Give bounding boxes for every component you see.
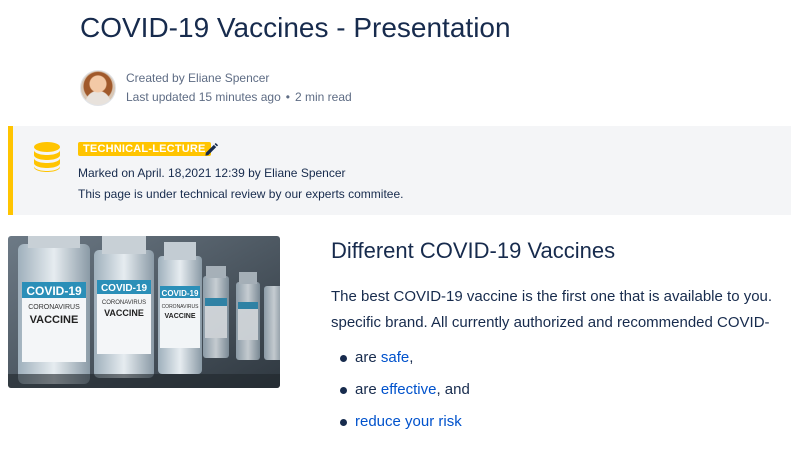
link-safe[interactable]: safe xyxy=(381,349,409,366)
pencil-icon[interactable] xyxy=(204,142,219,157)
bullet-suffix: , and xyxy=(436,381,470,398)
read-time-text: 2 min read xyxy=(294,90,352,104)
vial-label-corona: CORONAVIRUS xyxy=(102,300,146,306)
section-heading: Different COVID-19 Vaccines xyxy=(331,238,616,263)
page-title: COVID-19 Vaccines - Presentation xyxy=(80,12,511,43)
para-line: The best COVID-19 vaccine is the first o… xyxy=(331,288,773,305)
vaccine-vials-image: COVID-19 CORONAVIRUS VACCINE COVID-19 CO… xyxy=(8,236,280,388)
database-icon xyxy=(34,142,60,172)
bullet-prefix: are xyxy=(355,349,381,366)
vial-label-covid: COVID-19 xyxy=(162,289,199,298)
bullet-prefix: are xyxy=(355,381,381,398)
para-line: specific brand. All currently authorized… xyxy=(331,314,770,331)
page-byline: Created by Eliane Spencer Last updated 1… xyxy=(126,69,352,107)
review-note: This page is under technical review by o… xyxy=(78,187,404,201)
marked-info: Marked on April. 18,2021 12:39 by Eliane… xyxy=(78,166,346,180)
vial-label-corona: CORONAVIRUS xyxy=(28,304,80,311)
vial-label-vaccine: VACCINE xyxy=(165,313,196,320)
bullet-suffix: , xyxy=(409,349,414,366)
intro-paragraph: The best COVID-19 vaccine is the first o… xyxy=(331,284,791,336)
status-tag[interactable]: TECHNICAL-LECTURE xyxy=(78,142,211,156)
last-updated-text[interactable]: Last updated 15 minutes ago xyxy=(126,90,281,104)
link-effective[interactable]: effective xyxy=(381,381,437,398)
vial-label-vaccine: VACCINE xyxy=(104,308,144,318)
vial-label-covid: COVID-19 xyxy=(101,283,148,294)
created-by-text[interactable]: Created by Eliane Spencer xyxy=(126,69,352,88)
vial-label-vaccine: VACCINE xyxy=(30,314,79,326)
link-reduce-risk[interactable]: reduce your risk xyxy=(355,413,462,430)
bullet-list: are safe, are effective, and reduce your… xyxy=(337,344,470,440)
vial-label-corona: CORONAVIRUS xyxy=(162,304,200,310)
vial-label-covid: COVID-19 xyxy=(26,284,82,298)
info-panel: TECHNICAL-LECTURE Marked on April. 18,20… xyxy=(8,126,791,215)
list-item: are effective, and xyxy=(337,376,470,408)
separator-dot: • xyxy=(285,90,290,104)
author-avatar[interactable] xyxy=(80,70,116,106)
list-item: reduce your risk xyxy=(337,408,470,440)
list-item: are safe, xyxy=(337,344,470,376)
